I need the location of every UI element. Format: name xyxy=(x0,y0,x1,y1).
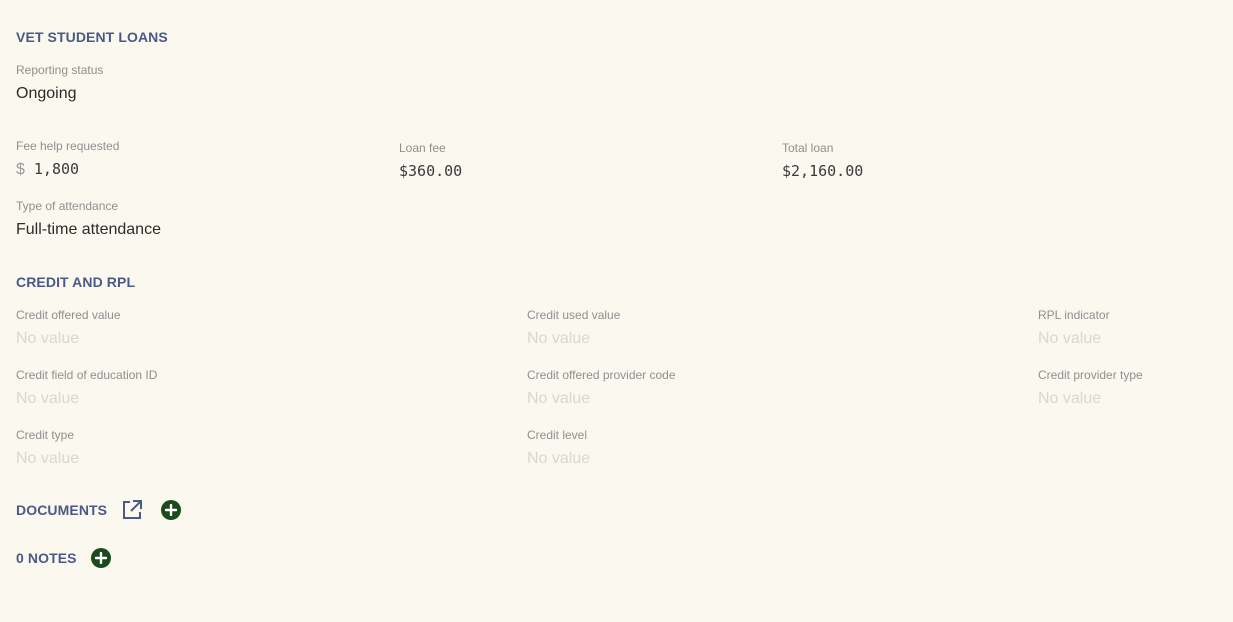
loan-fee-value: $360.00 xyxy=(399,162,463,180)
credit-field-of-education-value: No value xyxy=(16,390,80,407)
type-of-attendance-value: Full-time attendance xyxy=(16,221,161,238)
total-loan-value: $2,160.00 xyxy=(782,162,864,180)
credit-level-value: No value xyxy=(527,450,591,467)
credit-level-label: Credit level xyxy=(527,428,588,442)
credit-offered-value-value: No value xyxy=(16,330,80,347)
credit-type-value: No value xyxy=(16,450,80,467)
total-loan-label: Total loan xyxy=(782,141,834,155)
credit-offered-provider-code-field: Credit offered provider code No value xyxy=(527,368,676,409)
credit-offered-provider-code-label: Credit offered provider code xyxy=(527,368,676,382)
fee-help-requested-field: Fee help requested $ 1,800 xyxy=(16,139,119,180)
credit-field-of-education-field: Credit field of education ID No value xyxy=(16,368,157,409)
add-document-button[interactable] xyxy=(161,500,182,520)
rpl-indicator-label: RPL indicator xyxy=(1038,308,1110,322)
external-link-icon[interactable] xyxy=(121,499,143,521)
type-of-attendance-label: Type of attendance xyxy=(16,199,119,213)
notes-heading: 0 NOTES xyxy=(16,550,77,566)
currency-symbol: $ xyxy=(16,161,25,178)
reporting-status-label: Reporting status xyxy=(16,63,104,77)
reporting-status-field: Reporting status Ongoing xyxy=(16,63,103,104)
credit-provider-type-label: Credit provider type xyxy=(1038,368,1143,382)
credit-level-field: Credit level No value xyxy=(527,428,590,469)
plus-icon xyxy=(165,504,178,516)
fee-help-requested-value: 1,800 xyxy=(33,160,80,178)
loan-fee-field: Loan fee $360.00 xyxy=(399,141,462,181)
credit-type-label: Credit type xyxy=(16,428,75,442)
credit-offered-value-label: Credit offered value xyxy=(16,308,121,322)
credit-provider-type-value: No value xyxy=(1038,390,1102,407)
plus-icon xyxy=(94,552,107,564)
credit-offered-provider-code-value: No value xyxy=(527,390,591,407)
credit-used-value-field: Credit used value No value xyxy=(527,308,620,349)
enrolment-detail-panel: VET STUDENT LOANS Reporting status Ongoi… xyxy=(0,0,1233,622)
documents-heading: DOCUMENTS xyxy=(16,502,108,518)
fee-help-requested-label: Fee help requested xyxy=(16,139,120,153)
credit-used-value-value: No value xyxy=(527,330,591,347)
reporting-status-value: Ongoing xyxy=(16,85,77,102)
credit-used-value-label: Credit used value xyxy=(527,308,621,322)
credit-provider-type-field: Credit provider type No value xyxy=(1038,368,1143,409)
rpl-indicator-field: RPL indicator No value xyxy=(1038,308,1110,349)
rpl-indicator-value: No value xyxy=(1038,330,1102,347)
vet-student-loans-heading: VET STUDENT LOANS xyxy=(16,29,168,45)
credit-and-rpl-heading: CREDIT AND RPL xyxy=(16,274,136,290)
credit-type-field: Credit type No value xyxy=(16,428,79,469)
notes-header: 0 NOTES xyxy=(16,548,111,568)
credit-offered-value-field: Credit offered value No value xyxy=(16,308,121,349)
add-note-button[interactable] xyxy=(90,548,111,568)
type-of-attendance-field: Type of attendance Full-time attendance xyxy=(16,199,161,240)
credit-field-of-education-label: Credit field of education ID xyxy=(16,368,158,382)
documents-header: DOCUMENTS xyxy=(16,499,182,521)
total-loan-field: Total loan $2,160.00 xyxy=(782,141,863,181)
loan-fee-label: Loan fee xyxy=(399,141,446,155)
